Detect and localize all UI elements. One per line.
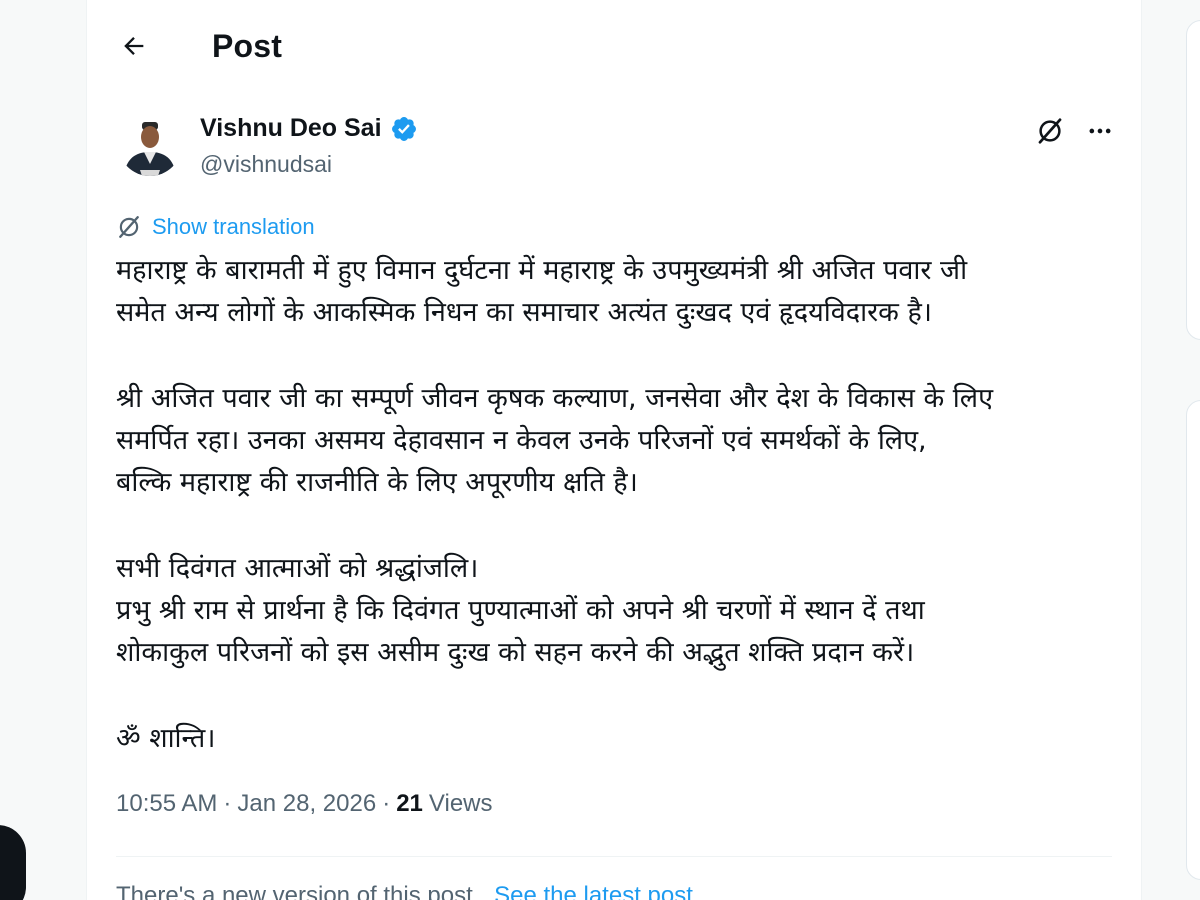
see-latest-post-link[interactable]: See the latest post xyxy=(494,882,693,900)
sidebar-card xyxy=(1186,20,1200,340)
more-button[interactable] xyxy=(1084,115,1116,147)
author-block: Vishnu Deo Sai @vishnudsai xyxy=(200,114,418,178)
back-button[interactable] xyxy=(116,28,152,64)
post-line: सभी दिवंगत आत्माओं को श्रद्धांजलि। xyxy=(116,553,479,584)
author-handle[interactable]: @vishnudsai xyxy=(200,151,418,178)
author-name[interactable]: Vishnu Deo Sai xyxy=(200,114,382,143)
page-title: Post xyxy=(212,27,283,64)
new-version-notice: There's a new version of this post. See … xyxy=(116,882,693,900)
right-sidebar xyxy=(1160,0,1200,900)
post-header: Post xyxy=(116,24,282,68)
grok-button[interactable] xyxy=(1034,115,1066,147)
post-line: प्रभु श्री राम से प्रार्थना है कि दिवंगत… xyxy=(116,595,925,626)
notice-text: There's a new version of this post. xyxy=(116,882,480,900)
post-line: समर्पित रहा। उनका असमय देहावसान न केवल उ… xyxy=(116,425,927,456)
post-line: महाराष्ट्र के बारामती में हुए विमान दुर्… xyxy=(116,255,968,286)
floating-button[interactable] xyxy=(0,825,26,900)
views-count: 21 xyxy=(396,790,423,817)
translation-row: Show translation xyxy=(116,214,315,240)
post-actions xyxy=(1034,115,1116,147)
verified-badge-icon xyxy=(391,116,416,141)
more-horizontal-icon xyxy=(1089,128,1111,134)
translate-icon xyxy=(119,216,139,238)
divider xyxy=(116,856,1112,857)
profile-photo xyxy=(118,112,182,176)
post-time[interactable]: 10:55 AM xyxy=(116,790,217,818)
grok-icon xyxy=(1038,118,1062,144)
post-line: समेत अन्य लोगों के आकस्मिक निधन का समाचा… xyxy=(116,297,933,328)
arrow-left-icon xyxy=(124,37,144,55)
post-text: महाराष्ट्र के बारामती में हुए विमान दुर्… xyxy=(116,250,1116,760)
post-line: शोकाकुल परिजनों को इस असीम दुःख को सहन क… xyxy=(116,637,915,668)
post-meta: 10:55 AM · Jan 28, 2026 · 21 Views xyxy=(116,790,493,818)
post-date[interactable]: Jan 28, 2026 xyxy=(237,790,376,818)
post-line: ॐ शान्ति। xyxy=(116,723,216,754)
show-translation-link[interactable]: Show translation xyxy=(152,214,315,240)
sidebar-card xyxy=(1186,400,1200,880)
post-line: श्री अजित पवार जी का सम्पूर्ण जीवन कृषक … xyxy=(116,383,994,414)
avatar[interactable] xyxy=(118,112,182,176)
views-label: Views xyxy=(428,790,493,817)
post-line: बल्कि महाराष्ट्र की राजनीति के लिए अपूरण… xyxy=(116,467,638,498)
